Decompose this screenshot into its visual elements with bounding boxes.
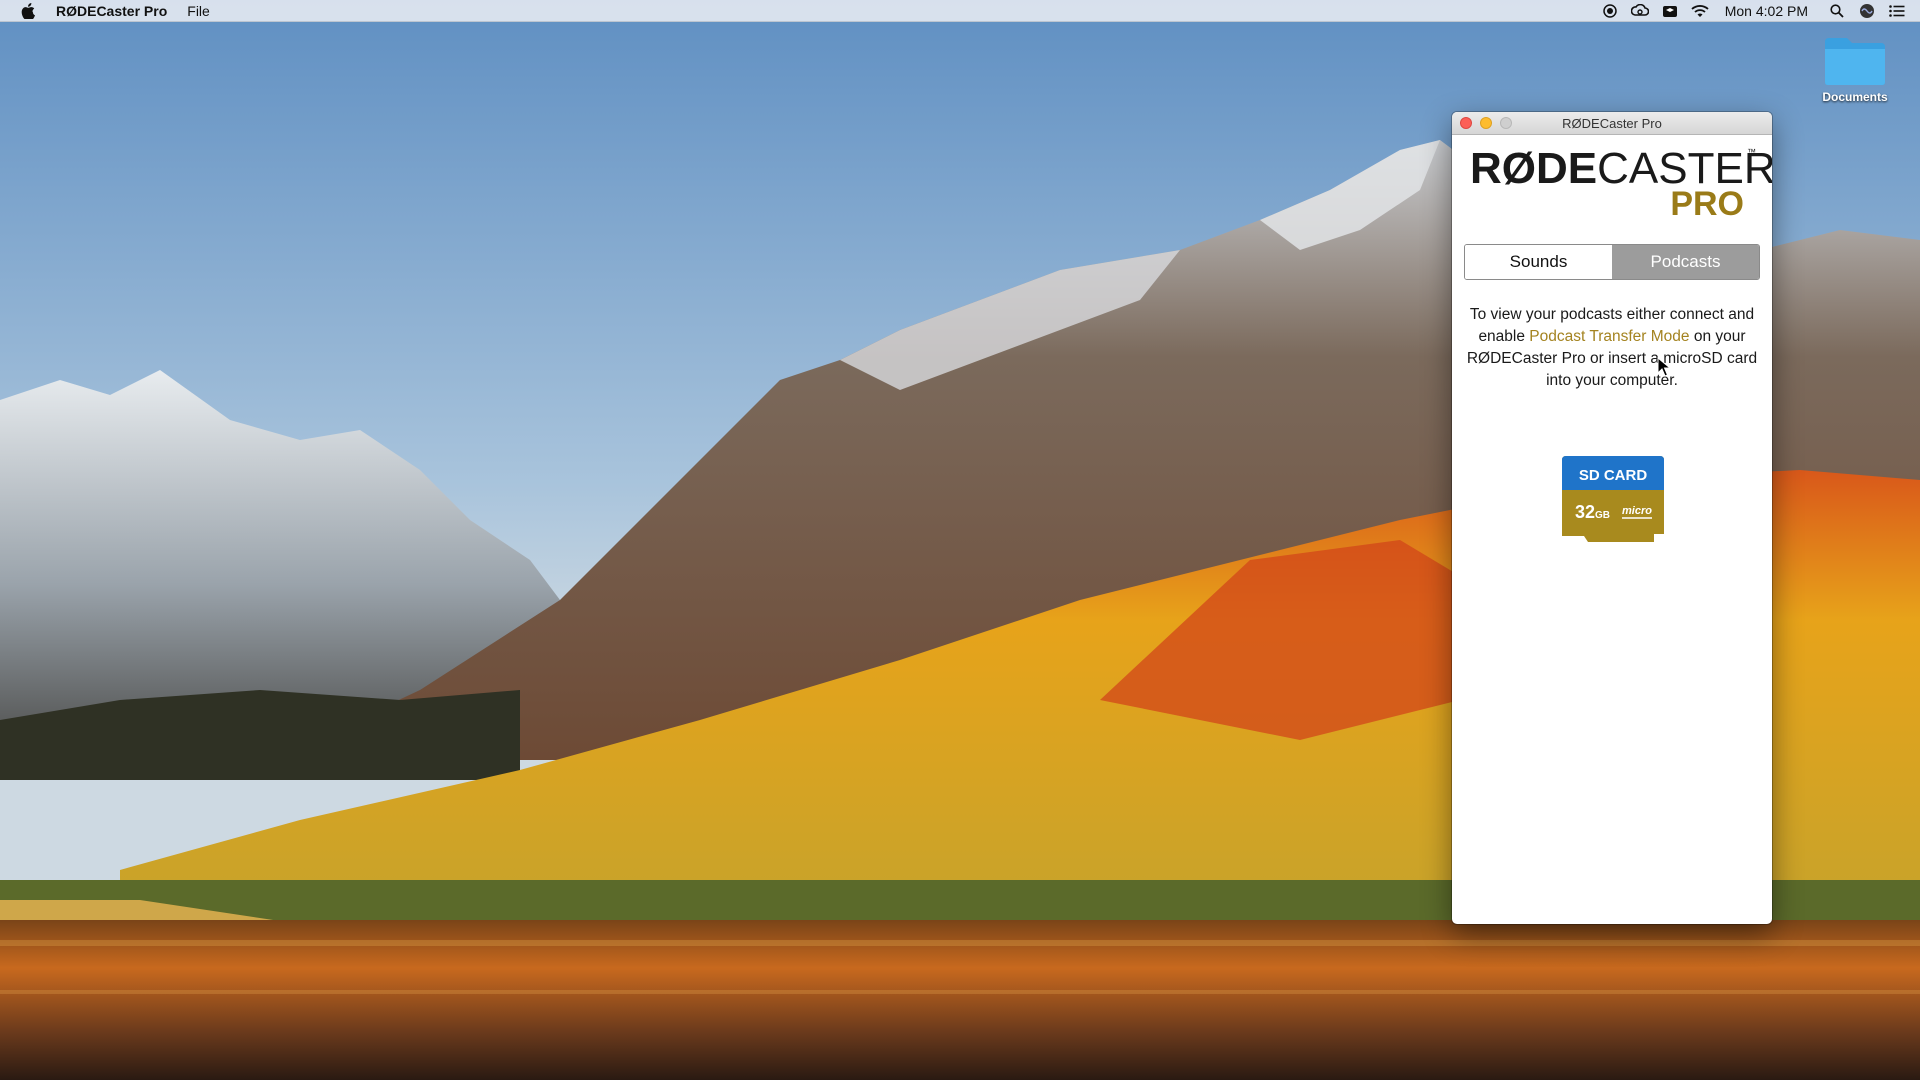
sd-card-top-label: SD CARD <box>1579 467 1648 484</box>
brand-logo: RØDECASTER ™ PRO <box>1452 135 1772 222</box>
rodecaster-window: RØDECaster Pro RØDECASTER ™ PRO Sounds P… <box>1452 112 1772 924</box>
folder-icon <box>1825 38 1885 85</box>
notification-center-icon[interactable] <box>1888 2 1906 20</box>
screen-record-icon[interactable] <box>1601 2 1619 20</box>
dropbox-icon[interactable] <box>1661 2 1679 20</box>
podcasts-instructions: To view your podcasts either connect and… <box>1466 304 1758 392</box>
desktop: RØDECaster Pro File Mon 4:02 PM Document… <box>0 0 1920 1080</box>
close-button[interactable] <box>1460 117 1472 129</box>
tab-bar: Sounds Podcasts <box>1464 244 1760 280</box>
creative-cloud-icon[interactable] <box>1630 2 1649 20</box>
apple-menu-icon[interactable] <box>20 2 36 20</box>
spotlight-icon[interactable] <box>1828 2 1846 20</box>
zoom-button[interactable] <box>1500 117 1512 129</box>
menu-clock[interactable]: Mon 4:02 PM <box>1725 3 1808 19</box>
wifi-icon[interactable] <box>1691 2 1709 20</box>
trademark-symbol: ™ <box>1747 147 1756 157</box>
menu-bar: RØDECaster Pro File Mon 4:02 PM <box>0 0 1920 22</box>
app-menu[interactable]: RØDECaster Pro <box>56 3 167 19</box>
sd-card-capacity-number: 32 <box>1575 502 1595 522</box>
sd-card-micro-logo: micro <box>1622 505 1652 517</box>
documents-folder[interactable]: Documents <box>1810 34 1900 104</box>
siri-icon[interactable] <box>1858 2 1876 20</box>
sd-card-capacity-unit: GB <box>1595 510 1610 521</box>
window-titlebar[interactable]: RØDECaster Pro <box>1452 112 1772 135</box>
tab-sounds[interactable]: Sounds <box>1465 245 1612 279</box>
window-title: RØDECaster Pro <box>1562 115 1662 131</box>
podcast-transfer-mode-link[interactable]: Podcast Transfer Mode <box>1529 328 1689 345</box>
brand-logo-pro: PRO <box>1670 185 1744 223</box>
tab-podcasts[interactable]: Podcasts <box>1612 245 1759 279</box>
minimize-button[interactable] <box>1480 117 1492 129</box>
mouse-cursor <box>1657 357 1671 377</box>
file-menu[interactable]: File <box>187 3 210 19</box>
documents-folder-label: Documents <box>1822 90 1888 104</box>
microsd-card-icon: SD CARD 32GB micro <box>1562 456 1664 542</box>
brand-logo-bold-part: RØDE <box>1470 144 1598 193</box>
